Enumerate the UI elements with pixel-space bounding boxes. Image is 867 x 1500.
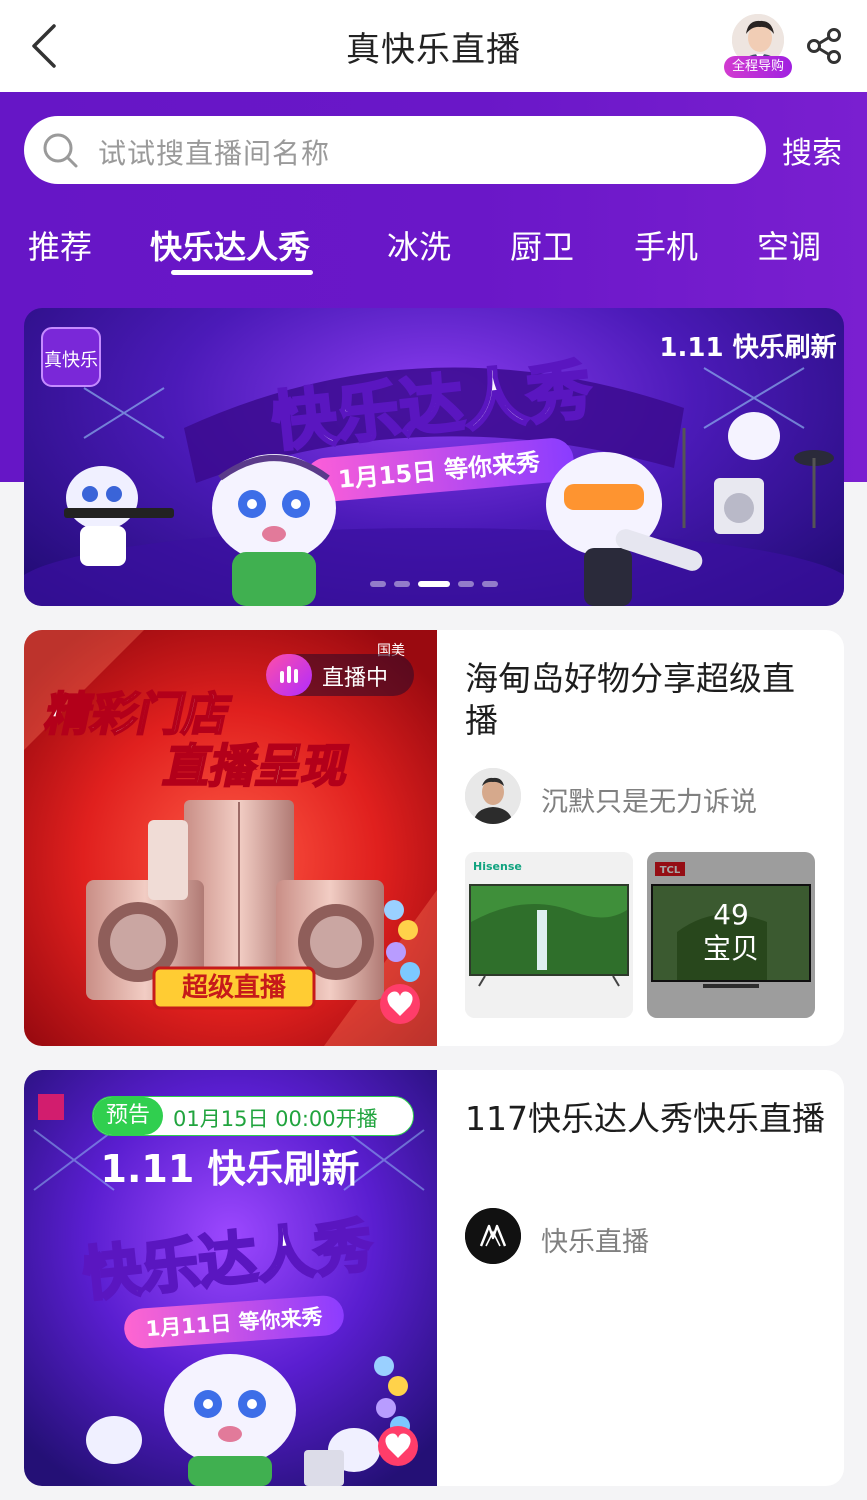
host-name: 沉默只是无力诉说 (541, 787, 757, 818)
preview-label: 预告 (93, 1097, 163, 1135)
product-more-thumbnail[interactable]: TCL 49 宝贝 (647, 852, 815, 1018)
thumb-line-2: 直播呈现 (159, 739, 354, 792)
banner-page-dot[interactable] (458, 580, 474, 587)
host-name: 快乐直播 (541, 1227, 649, 1258)
more-items-count: 49 宝贝 (647, 898, 815, 966)
banner-page-dot[interactable] (394, 580, 410, 587)
tab-happy-talent-show[interactable]: 快乐达人秀 (150, 222, 310, 268)
live-status-text: 直播中 (322, 666, 389, 691)
promo-banner[interactable]: 真快乐 1.11 快乐刷新 快乐达人秀 1月15日 等你来秀 (24, 308, 844, 606)
live-bars-icon (266, 654, 312, 696)
banner-page-dot[interactable] (482, 580, 498, 587)
tab-fridge-washer[interactable]: 冰洗 (387, 222, 451, 268)
live-room-card[interactable]: 精彩门店 直播呈现 超级直播 国美 直播中 海甸岛好物分享超级直播 沉默只是无力… (24, 630, 844, 1046)
preview-schedule: 01月15日 00:00开播 (173, 1107, 378, 1131)
host-avatar (465, 1208, 521, 1264)
tab-recommend[interactable]: 推荐 (28, 222, 92, 268)
banner-pagination (24, 573, 844, 592)
top-bar: 真快乐直播 全程导购 (0, 0, 867, 92)
host-avatar (465, 768, 521, 824)
category-tabs: 推荐 快乐达人秀 冰洗 厨卫 手机 空调 (0, 222, 867, 282)
product-brand-hisense: Hisense (473, 860, 522, 873)
tab-air-conditioner[interactable]: 空调 (757, 222, 821, 268)
shopping-guide-button[interactable]: 全程导购 (724, 12, 792, 78)
live-room-thumbnail[interactable]: 1.11 快乐刷新 快乐达人秀 1月11日 等你来秀 预告 01月15日 00:… (24, 1070, 437, 1486)
tab-kitchen-bath[interactable]: 厨卫 (510, 222, 574, 268)
guide-tag: 全程导购 (724, 56, 792, 78)
search-button[interactable]: 搜索 (782, 128, 842, 172)
thumb-stamp: 超级直播 (182, 972, 287, 1003)
active-tab-indicator (171, 270, 313, 275)
product-thumbnail[interactable]: Hisense (465, 852, 633, 1018)
live-room-title[interactable]: 117快乐达人秀快乐直播 (465, 1098, 825, 1140)
share-icon[interactable] (804, 26, 844, 66)
tv-image: Hisense (465, 852, 633, 1018)
banner-logo-text: 真快乐 (44, 350, 98, 371)
banner-brand: 1.11 快乐刷新 (659, 332, 836, 363)
tab-phones[interactable]: 手机 (634, 222, 698, 268)
banner-art: 真快乐 1.11 快乐刷新 快乐达人秀 1月15日 等你来秀 (24, 327, 844, 606)
thumb-brand: 1.11 快乐刷新 (101, 1147, 360, 1191)
search-input[interactable]: 试试搜直播间名称 (24, 116, 766, 184)
live-room-card[interactable]: 1.11 快乐刷新 快乐达人秀 1月11日 等你来秀 预告 01月15日 00:… (24, 1070, 844, 1486)
thumb-line-1: 精彩门店 (40, 687, 235, 740)
preview-badge: 预告 01月15日 00:00开播 (92, 1096, 414, 1136)
live-room-thumbnail[interactable]: 精彩门店 直播呈现 超级直播 国美 直播中 (24, 630, 437, 1046)
item-count-label: 宝贝 (702, 932, 759, 965)
banner-page-dot[interactable] (370, 580, 386, 587)
search-icon (40, 130, 80, 170)
page: 真快乐直播 全程导购 试试搜直播间名称 搜索 推荐 快乐达人秀 冰洗 厨卫 手机… (0, 0, 867, 1500)
item-count: 49 (713, 898, 749, 931)
live-room-title[interactable]: 海甸岛好物分享超级直播 (465, 658, 825, 742)
banner-page-dot[interactable] (418, 580, 450, 587)
live-status-badge: 直播中 (266, 654, 414, 696)
search-placeholder: 试试搜直播间名称 (98, 137, 331, 170)
